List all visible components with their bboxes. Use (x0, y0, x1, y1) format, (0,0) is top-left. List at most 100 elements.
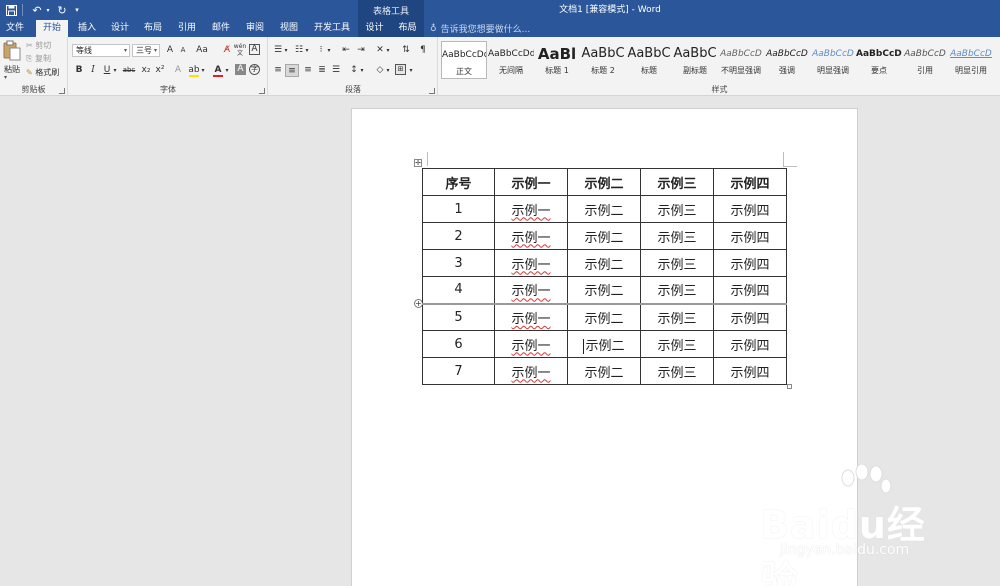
document-table[interactable]: 序号 示例一 示例二 示例三 示例四 1 示例一 示例二 示例三 示例四 2 示… (422, 168, 787, 385)
table-cell[interactable]: 示例二 (567, 195, 641, 223)
table-cell[interactable]: 示例四 (713, 222, 787, 250)
tab-developer[interactable]: 开发工具 (308, 20, 354, 37)
tab-review[interactable]: 审阅 (240, 20, 270, 37)
style-normal[interactable]: AaBbCcDd 正文 (441, 41, 487, 79)
table-cell[interactable]: 6 (422, 330, 495, 358)
text-effects-icon[interactable]: A (171, 64, 185, 77)
italic-icon[interactable]: I (86, 64, 100, 77)
table-cell[interactable]: 1 (422, 195, 495, 223)
decrease-indent-icon[interactable]: ⇤ (339, 44, 353, 57)
style-heading-2[interactable]: AaBbC 标题 2 (580, 41, 626, 79)
tab-layout[interactable]: 布局 (138, 20, 168, 37)
underline-dropdown-icon[interactable]: ▾ (112, 64, 118, 77)
align-center-icon[interactable]: ≡ (285, 64, 299, 77)
copy-button[interactable]: ⎘ 复制 (26, 53, 51, 64)
table-cell[interactable]: 示例一 (494, 330, 568, 358)
tell-me-box[interactable]: ♁ 告诉我您想要做什么... (430, 20, 530, 37)
bold-icon[interactable]: B (72, 64, 86, 77)
table-header-cell[interactable]: 示例一 (494, 168, 568, 196)
style-strong[interactable]: AaBbCcDd 要点 (856, 41, 902, 79)
shading-dropdown-icon[interactable]: ▾ (385, 64, 391, 77)
table-cell[interactable]: 示例一 (494, 249, 568, 277)
style-intense-emphasis[interactable]: AaBbCcD 明显强调 (810, 41, 856, 79)
tab-table-layout[interactable]: 布局 (391, 20, 424, 37)
table-cell[interactable]: 5 (422, 302, 495, 331)
tab-design[interactable]: 设计 (105, 20, 135, 37)
table-cell[interactable]: 3 (422, 249, 495, 277)
table-cell[interactable]: 示例一 (494, 276, 568, 304)
table-header-cell[interactable]: 示例二 (567, 168, 641, 196)
enclose-characters-icon[interactable]: 字 (249, 64, 260, 75)
align-left-icon[interactable]: ≡ (271, 64, 285, 77)
table-cell[interactable]: 示例二 (567, 249, 641, 277)
superscript-icon[interactable]: x² (153, 64, 167, 77)
save-icon[interactable] (3, 2, 19, 18)
style-no-spacing[interactable]: AaBbCcDd 无间隔 (488, 41, 534, 79)
style-subtitle[interactable]: AaBbC 副标题 (672, 41, 718, 79)
table-cell[interactable]: 示例三 (640, 330, 714, 358)
table-cell[interactable]: 示例三 (640, 357, 714, 385)
align-right-icon[interactable]: ≡ (301, 64, 315, 77)
table-cell[interactable]: 示例三 (640, 276, 714, 304)
table-cell[interactable]: 示例二 (567, 330, 641, 358)
table-header-cell[interactable]: 示例四 (713, 168, 787, 196)
strikethrough-icon[interactable]: abc (120, 64, 138, 77)
character-shading-icon[interactable]: A (235, 64, 246, 75)
grow-font-icon[interactable]: A (163, 44, 177, 57)
undo-icon[interactable]: ↶ (29, 2, 45, 18)
style-emphasis[interactable]: AaBbCcD 强调 (764, 41, 810, 79)
table-header-cell[interactable]: 序号 (422, 168, 495, 196)
table-cell[interactable]: 示例一 (494, 195, 568, 223)
chinese-layout-dropdown-icon[interactable]: ▾ (385, 44, 391, 57)
font-size-dropdown-icon[interactable]: ▾ (154, 45, 157, 56)
font-color-icon[interactable]: A (211, 64, 225, 77)
change-case-icon[interactable]: Aa (193, 44, 211, 57)
phonetic-guide-icon[interactable]: wén 文 (233, 43, 247, 57)
table-cell[interactable]: 示例四 (713, 276, 787, 304)
subscript-icon[interactable]: x₂ (139, 64, 153, 77)
table-cell[interactable]: 示例二 (567, 276, 641, 304)
table-cell[interactable]: 示例四 (713, 249, 787, 277)
tab-view[interactable]: 视图 (274, 20, 304, 37)
clear-formatting-icon[interactable]: A̸ (220, 44, 234, 57)
style-heading-1[interactable]: AaBl 标题 1 (534, 41, 580, 79)
table-cell[interactable]: 示例三 (640, 222, 714, 250)
font-launcher-icon[interactable] (259, 88, 265, 94)
style-subtle-emphasis[interactable]: AaBbCcD 不明显强调 (718, 41, 764, 79)
table-header-cell[interactable]: 示例三 (640, 168, 714, 196)
tab-file[interactable]: 文件 (0, 20, 30, 37)
distributed-icon[interactable]: ☰ (329, 64, 343, 77)
table-cell[interactable]: 示例二 (567, 302, 641, 331)
table-cell[interactable]: 4 (422, 276, 495, 304)
paste-dropdown-icon[interactable]: ▾ (4, 74, 7, 81)
tab-mailings[interactable]: 邮件 (206, 20, 236, 37)
borders-dropdown-icon[interactable]: ▾ (408, 64, 414, 77)
table-cell[interactable]: 示例一 (494, 357, 568, 385)
table-cell[interactable]: 示例三 (640, 249, 714, 277)
table-cell[interactable]: 7 (422, 357, 495, 385)
redo-icon[interactable]: ↻ (54, 2, 70, 18)
justify-icon[interactable]: ≣ (315, 64, 329, 77)
tab-home[interactable]: 开始 (36, 20, 68, 37)
table-cell[interactable]: 示例一 (494, 222, 568, 250)
paragraph-launcher-icon[interactable] (429, 88, 435, 94)
table-cell[interactable]: 示例二 (567, 222, 641, 250)
table-cell[interactable]: 示例四 (713, 357, 787, 385)
table-cell[interactable]: 示例四 (713, 195, 787, 223)
table-cell[interactable]: 示例四 (713, 302, 787, 331)
table-cell[interactable]: 示例三 (640, 302, 714, 331)
multilevel-dropdown-icon[interactable]: ▾ (326, 44, 332, 57)
style-title[interactable]: AaBbC 标题 (626, 41, 672, 79)
font-name-dropdown-icon[interactable]: ▾ (124, 45, 127, 56)
highlight-icon[interactable]: ab (187, 64, 201, 77)
format-painter-button[interactable]: ✎ 格式刷 (26, 67, 59, 78)
cut-button[interactable]: ✂ 剪切 (26, 40, 51, 51)
numbering-dropdown-icon[interactable]: ▾ (304, 44, 310, 57)
customize-qat-icon[interactable]: ▾ (73, 2, 81, 18)
paste-icon[interactable] (3, 40, 21, 62)
style-quote[interactable]: AaBbCcD 引用 (902, 41, 948, 79)
table-resize-handle[interactable] (787, 384, 792, 389)
table-cell[interactable]: 示例二 (567, 357, 641, 385)
font-name-box[interactable]: 等线 ▾ (72, 44, 130, 57)
sort-icon[interactable]: ⇅ (399, 44, 413, 57)
